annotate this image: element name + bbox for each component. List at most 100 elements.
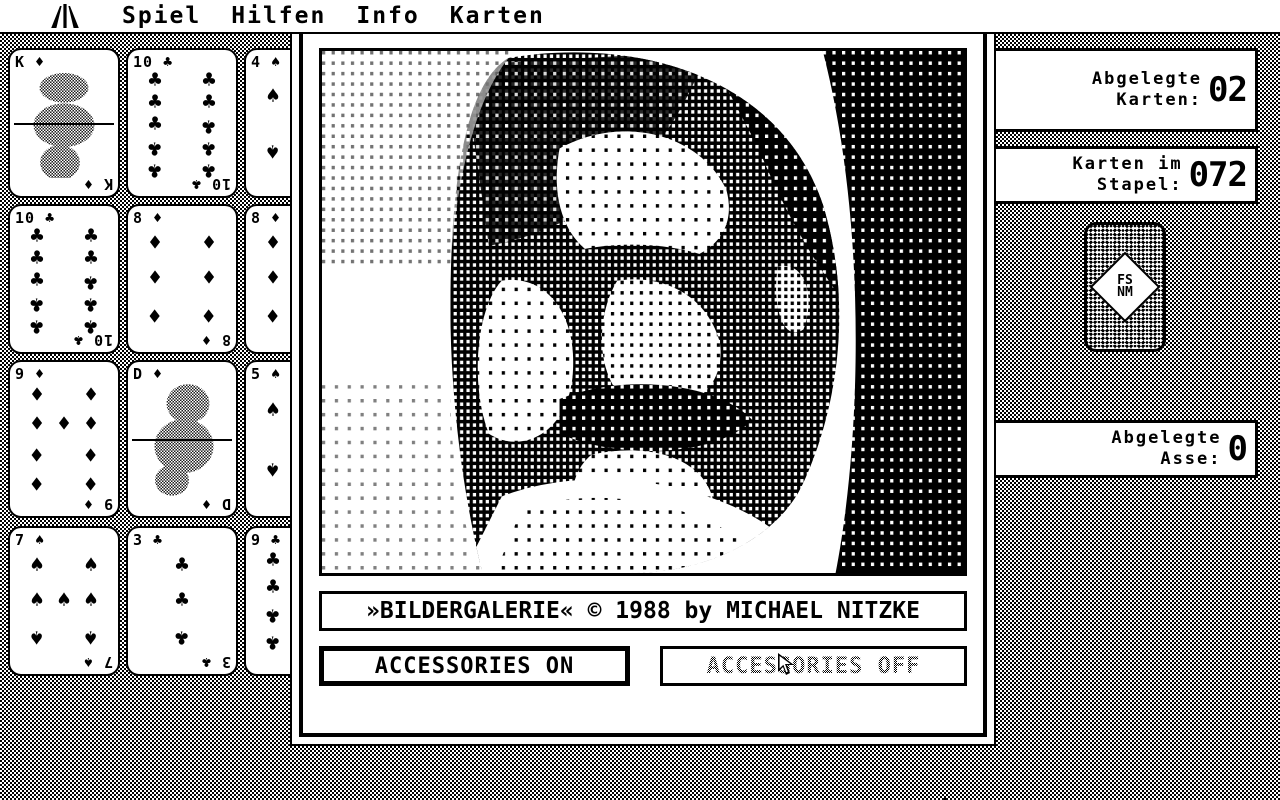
card-pip-group: ♣ ♣ ♣ ♣ ♣ ♣ ♣ ♣ ♣ ♣ xyxy=(10,224,118,339)
playing-card[interactable]: D ♦ D ♦ xyxy=(126,360,238,518)
card-corner-index: 8 ♦ xyxy=(133,209,164,227)
dialog-button-row: ACCESSORIES ON ACCESSORIES OFF xyxy=(319,646,967,686)
card-pip: ♠ xyxy=(266,455,280,481)
playing-card[interactable]: 8 ♦ 8 ♦ ♦ ♦ ♦ ♦ ♦ ♦ xyxy=(126,204,238,354)
card-pip: ♦ xyxy=(84,469,98,495)
accessories-on-label: ACCESSORIES ON xyxy=(374,653,575,679)
accessories-on-button[interactable]: ACCESSORIES ON xyxy=(319,646,630,686)
card-corner-index: 7 ♠ xyxy=(15,531,46,549)
card-pip: ♣ xyxy=(84,291,98,316)
card-pip: ♦ xyxy=(30,441,44,467)
card-pip: ♠ xyxy=(30,552,44,578)
card-corner-index: 8 ♦ xyxy=(251,209,282,227)
atari-gem-desktop: K ♦ K ♦ 10 ♣ 10 ♣ ♣ ♣ ♣ ♣ ♣ ♣ ♣ ♣ ♣ ♣ 9 ♦ 9 ♦ ♦ ♦ ♦ ♦ ♦ ♦ ♦ ♦ ♦ 7… xyxy=(0,0,1280,800)
card-pip: ♦ xyxy=(266,230,280,256)
menu-item-hilfen[interactable]: Hilfen xyxy=(231,4,326,28)
card-pip: ♦ xyxy=(266,302,280,328)
card-pip: ♣ xyxy=(30,313,44,338)
card-pip-group: ♦ ♦ ♦ ♦ ♦ ♦ xyxy=(128,226,236,332)
card-pip: ♣ xyxy=(148,90,162,115)
playing-card[interactable]: K ♦ K ♦ xyxy=(8,48,120,198)
discarded-aces-label: Abgelegte Asse: xyxy=(1111,428,1222,469)
card-pip: ♣ xyxy=(202,68,216,93)
card-pip: ♣ xyxy=(30,268,44,293)
card-pip-group: ♠ ♠ ♠ ♠ ♠ ♠ ♠ xyxy=(10,548,118,654)
card-pip: ♦ xyxy=(30,411,44,437)
playing-card[interactable]: 9 ♦ 9 ♦ ♦ ♦ ♦ ♦ ♦ ♦ ♦ ♦ ♦ xyxy=(8,360,120,518)
card-pip: ♦ xyxy=(30,469,44,495)
card-pip: ♦ xyxy=(148,302,162,328)
card-pip: ♦ xyxy=(30,383,44,409)
card-corner-index: 9 ♦ xyxy=(82,495,113,513)
card-pip: ♠ xyxy=(57,587,71,613)
card-pip: ♣ xyxy=(202,90,216,115)
bildergalerie-dialog: »BILDERGALERIE« © 1988 by MICHAEL NITZKE… xyxy=(290,20,996,746)
card-pip: ♣ xyxy=(148,135,162,160)
card-pip: ♣ xyxy=(84,224,98,249)
atari-logo-icon[interactable] xyxy=(48,4,82,28)
card-corner-index: 9 ♣ xyxy=(251,531,282,549)
card-pip: ♣ xyxy=(84,313,98,338)
card-pip: ♠ xyxy=(84,587,98,613)
card-pip: ♣ xyxy=(202,157,216,182)
card-pip: ♦ xyxy=(202,230,216,256)
card-pip: ♣ xyxy=(148,68,162,93)
card-pip: ♦ xyxy=(148,230,162,256)
playing-card[interactable]: 7 ♠ 7 ♠ ♠ ♠ ♠ ♠ ♠ ♠ ♠ xyxy=(8,526,120,676)
cards-in-stack-label: Karten im Stapel: xyxy=(1072,154,1183,195)
card-corner-index: 7 ♠ xyxy=(82,653,113,671)
card-pip: ♦ xyxy=(266,265,280,291)
accessories-off-button[interactable]: ACCESSORIES OFF xyxy=(660,646,967,686)
monogram-text: FS NM xyxy=(1117,273,1133,300)
card-pip: ♠ xyxy=(30,624,44,650)
accessories-off-label: ACCESSORIES OFF xyxy=(703,650,924,682)
window-resize-handle[interactable] xyxy=(944,796,946,800)
discarded-aces-value: 0 xyxy=(1227,429,1249,469)
card-pip: ♣ xyxy=(30,224,44,249)
gallery-title-text: »BILDERGALERIE« © 1988 by MICHAEL NITZKE xyxy=(366,598,920,624)
card-pip: ♦ xyxy=(84,383,98,409)
card-back-deck[interactable]: FS NM xyxy=(1084,222,1166,352)
discarded-cards-label: Abgelegte Karten: xyxy=(1091,69,1203,110)
card-pip: ♣ xyxy=(84,246,98,271)
menu-item-spiel[interactable]: Spiel xyxy=(122,4,201,28)
card-pip: ♣ xyxy=(30,246,44,271)
discarded-cards-value: 02 xyxy=(1208,70,1248,110)
portrait-image xyxy=(322,51,964,573)
discarded-cards-panel: Abgelegte Karten: 02 xyxy=(992,48,1258,132)
card-pip: ♣ xyxy=(202,113,216,138)
playing-card[interactable]: 10 ♣ 10 ♣ ♣ ♣ ♣ ♣ ♣ ♣ ♣ ♣ ♣ ♣ xyxy=(8,204,120,354)
card-corner-index: 9 ♦ xyxy=(15,365,46,383)
card-pip: ♣ xyxy=(175,552,189,578)
card-pip: ♠ xyxy=(84,552,98,578)
card-pip: ♣ xyxy=(266,602,280,628)
card-pip: ♣ xyxy=(84,269,98,294)
dialog-body: »BILDERGALERIE« © 1988 by MICHAEL NITZKE… xyxy=(303,33,983,733)
menu-bar: Spiel Hilfen Info Karten xyxy=(0,0,1280,32)
playing-card[interactable]: 3 ♣ 3 ♣ ♣ ♣ ♣ xyxy=(126,526,238,676)
menu-item-karten[interactable]: Karten xyxy=(450,4,545,28)
card-tableau: K ♦ K ♦ 10 ♣ 10 ♣ ♣ ♣ ♣ ♣ ♣ ♣ ♣ ♣ ♣ ♣ 9 ♦ 9 ♦ ♦ ♦ ♦ ♦ ♦ ♦ ♦ ♦ ♦ 7… xyxy=(0,34,356,800)
game-status-sidebar: Abgelegte Karten: 02 Karten im Stapel: 0… xyxy=(988,34,1280,800)
menu-item-info[interactable]: Info xyxy=(356,4,419,28)
card-pip: ♦ xyxy=(84,411,98,437)
card-pip: ♣ xyxy=(202,135,216,160)
card-pip: ♦ xyxy=(84,441,98,467)
card-pip-group: ♣ ♣ ♣ ♣ ♣ ♣ ♣ ♣ ♣ ♣ xyxy=(128,68,236,183)
card-pip: ♠ xyxy=(84,624,98,650)
card-corner-index: K ♦ xyxy=(82,175,113,193)
card-corner-index: 4 ♠ xyxy=(251,53,282,71)
court-mirror-divider xyxy=(14,123,114,125)
menu-bar-divider xyxy=(0,32,1280,34)
card-pip: ♣ xyxy=(266,574,280,600)
card-pip: ♦ xyxy=(202,265,216,291)
card-pip: ♠ xyxy=(266,83,280,109)
card-pip: ♠ xyxy=(266,137,280,163)
card-pip: ♣ xyxy=(175,587,189,613)
court-mirror-divider xyxy=(132,439,232,441)
playing-card[interactable]: 10 ♣ 10 ♣ ♣ ♣ ♣ ♣ ♣ ♣ ♣ ♣ ♣ ♣ xyxy=(126,48,238,198)
card-pip-group: ♣ ♣ ♣ xyxy=(128,548,236,654)
dialog-inner-frame: »BILDERGALERIE« © 1988 by MICHAEL NITZKE… xyxy=(299,29,987,737)
gallery-title-bar: »BILDERGALERIE« © 1988 by MICHAEL NITZKE xyxy=(319,591,967,631)
card-corner-index: 8 ♦ xyxy=(200,331,231,349)
